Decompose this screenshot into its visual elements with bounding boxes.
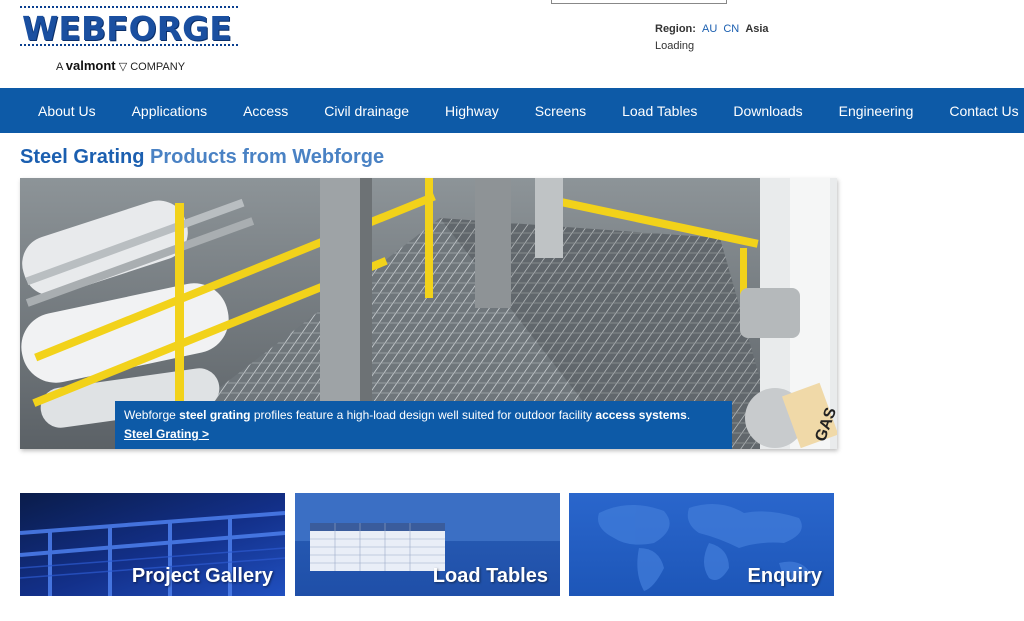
project-gallery-label: Project Gallery [131,565,273,587]
hero-banner[interactable]: GAS Webforge steel grating profiles feat… [20,178,837,449]
load-tables-tile[interactable]: Load Tables [295,493,560,596]
nav-screens[interactable]: Screens [517,103,604,119]
project-gallery-tile[interactable]: Project Gallery [20,493,285,596]
nav-contact-us[interactable]: Contact Us [931,103,1024,119]
webforge-logo[interactable]: WEBFORGE A valmont ▽ COMPANY [20,6,238,73]
hero-caption: Webforge steel grating profiles feature … [115,401,732,449]
load-tables-label: Load Tables [432,565,548,587]
page-title-rest: Products from Webforge [150,146,385,168]
enquiry-tile[interactable]: Enquiry [569,493,834,596]
search-input[interactable] [551,0,727,4]
nav-civil-drainage[interactable]: Civil drainage [306,103,427,119]
nav-access[interactable]: Access [225,103,306,119]
caption-text-1: Webforge [124,408,176,422]
nav-load-tables[interactable]: Load Tables [604,103,715,119]
logo-text: WEBFORGE [22,9,232,48]
tagline-prefix: A [56,61,63,73]
page-title-strong: Steel Grating [20,146,145,168]
nav-highway[interactable]: Highway [427,103,517,119]
region-current: Asia [745,23,769,35]
caption-text-2: profiles feature a high-load design well… [253,408,593,422]
nav-applications[interactable]: Applications [114,103,226,119]
page-title: Steel Grating Products from Webforge [20,146,384,169]
valmont-mark-icon: ▽ [118,61,128,73]
region-label: Region: [655,23,696,35]
region-selector: Region: AU CN Asia Loading [655,21,769,55]
logo-tagline: A valmont ▽ COMPANY [56,58,185,73]
nav-engineering[interactable]: Engineering [821,103,932,119]
logo-wordmark: WEBFORGE [20,6,238,48]
steel-grating-link[interactable]: Steel Grating > [124,427,209,441]
loading-status: Loading [655,40,695,52]
tagline-suffix: COMPANY [130,61,186,73]
caption-text-3: . [686,408,691,422]
region-au-link[interactable]: AU [702,23,717,35]
nav-downloads[interactable]: Downloads [715,103,820,119]
enquiry-label: Enquiry [747,565,822,587]
site-header: WEBFORGE A valmont ▽ COMPANY Region: AU … [0,0,1024,88]
caption-bold-2: access systems [595,408,687,422]
main-nav: About Us Applications Access Civil drain… [0,88,1024,133]
region-cn-link[interactable]: CN [723,23,739,35]
nav-about-us[interactable]: About Us [0,103,114,119]
tagline-brand: valmont [65,58,116,73]
caption-bold-1: steel grating [179,408,251,422]
